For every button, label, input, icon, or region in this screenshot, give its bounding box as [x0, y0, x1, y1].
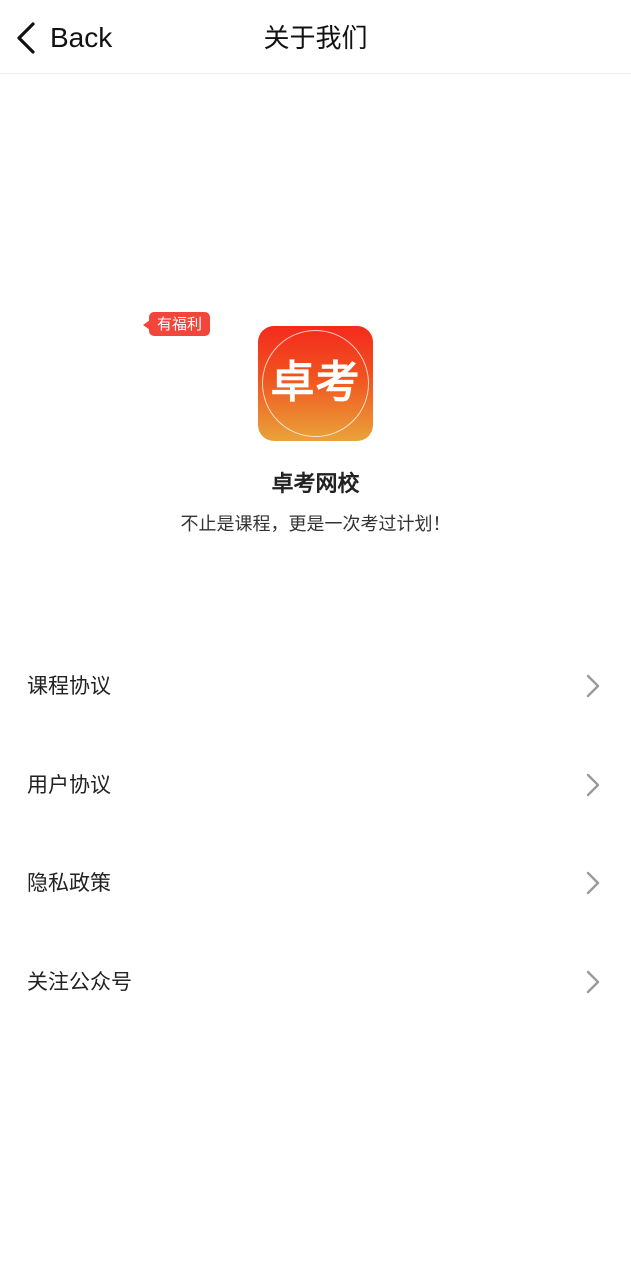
app-logo: 卓考 [258, 326, 373, 441]
about-menu-list: 课程协议 用户协议 隐私政策 关注公众号 [0, 636, 631, 1030]
menu-item-privacy-policy[interactable]: 隐私政策 [0, 833, 631, 932]
about-us-page: Back 关于我们 卓考 卓考网校 不止是课程，更是一次考过计划！ 课程协议 用… [0, 0, 631, 1280]
chevron-right-icon [585, 870, 601, 896]
app-slogan: 不止是课程，更是一次考过计划！ [180, 514, 451, 535]
menu-item-label: 隐私政策 [27, 871, 111, 895]
app-name: 卓考网校 [271, 472, 360, 497]
benefit-badge: 有福利 [142, 312, 211, 336]
menu-item-label: 用户协议 [27, 772, 111, 797]
menu-item-label: 课程协议 [27, 674, 111, 698]
menu-item-course-agreement[interactable]: 课程协议 [0, 636, 631, 735]
menu-item-follow-official-account[interactable]: 关注公众号 [0, 932, 631, 1031]
chevron-right-icon [585, 772, 601, 798]
menu-item-label: 关注公众号 [27, 969, 132, 994]
top-navigation-bar: Back 关于我们 [0, 0, 631, 74]
chevron-right-icon [585, 969, 601, 995]
menu-item-user-agreement[interactable]: 用户协议 [0, 735, 631, 834]
logo-text: 卓考 [270, 357, 361, 408]
chevron-right-icon [585, 673, 601, 699]
page-title: 关于我们 [263, 24, 368, 54]
